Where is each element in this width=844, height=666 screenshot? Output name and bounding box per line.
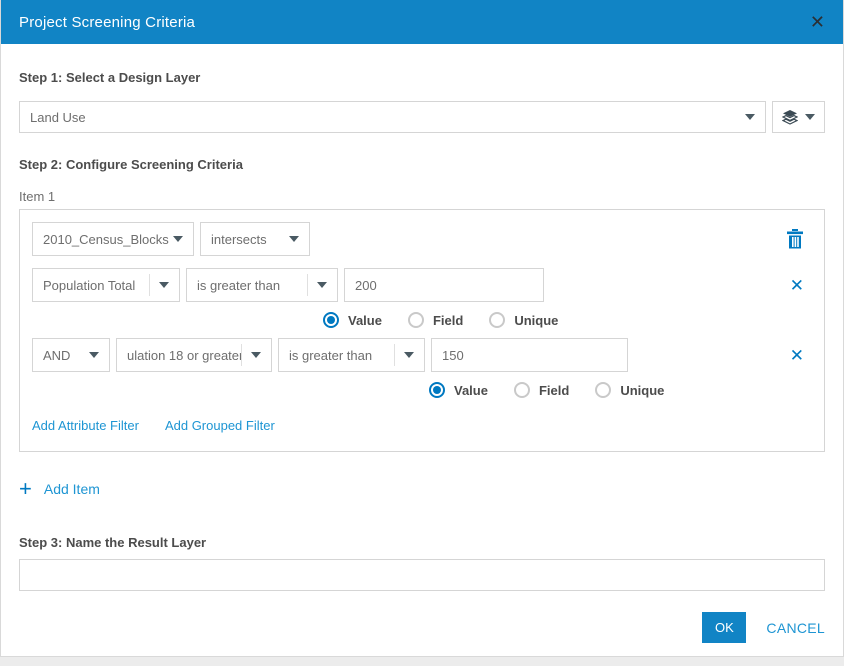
filter1-field-select[interactable]: Population Total bbox=[32, 268, 180, 302]
design-layer-row: Land Use bbox=[19, 101, 825, 133]
radio-unselected-icon bbox=[514, 382, 530, 398]
add-filter-links: Add Attribute Filter Add Grouped Filter bbox=[32, 418, 812, 433]
filter2-value-input[interactable] bbox=[431, 338, 628, 372]
radio-label: Value bbox=[454, 383, 488, 398]
plus-icon: + bbox=[19, 478, 32, 500]
spatial-operator-value: intersects bbox=[211, 232, 267, 247]
radio-selected-icon bbox=[323, 312, 339, 328]
radio-selected-icon bbox=[429, 382, 445, 398]
radio-label: Field bbox=[539, 383, 569, 398]
step1-label: Step 1: Select a Design Layer bbox=[19, 70, 825, 85]
radio-unselected-icon bbox=[408, 312, 424, 328]
filter1-operator-select[interactable]: is greater than bbox=[186, 268, 338, 302]
radio-label: Unique bbox=[514, 313, 558, 328]
chevron-down-icon bbox=[289, 236, 299, 242]
divider bbox=[394, 344, 395, 366]
filter2-operator-select[interactable]: is greater than bbox=[278, 338, 425, 372]
ok-button[interactable]: OK bbox=[702, 612, 746, 643]
remove-filter2-icon[interactable]: ✕ bbox=[790, 347, 804, 364]
project-screening-criteria-dialog: Project Screening Criteria ✕ Step 1: Sel… bbox=[0, 0, 844, 657]
filter2-join-value: AND bbox=[43, 348, 70, 363]
spatial-operator-select[interactable]: intersects bbox=[200, 222, 310, 256]
filter2-join-select[interactable]: AND bbox=[32, 338, 110, 372]
screening-layer-value: 2010_Census_Blocks bbox=[43, 232, 169, 247]
filter1-mode-value-radio[interactable]: Value bbox=[323, 312, 382, 328]
chevron-down-icon bbox=[159, 282, 169, 288]
filter2-operator-value: is greater than bbox=[289, 348, 372, 363]
item-1-label: Item 1 bbox=[19, 189, 825, 204]
radio-label: Unique bbox=[620, 383, 664, 398]
divider bbox=[307, 274, 308, 296]
cancel-button[interactable]: CANCEL bbox=[766, 620, 825, 636]
filter1-mode-unique-radio[interactable]: Unique bbox=[489, 312, 558, 328]
design-layer-select-value: Land Use bbox=[30, 110, 86, 125]
chevron-down-icon bbox=[805, 114, 815, 120]
filter2-mode-field-radio[interactable]: Field bbox=[514, 382, 569, 398]
add-item-link[interactable]: Add Item bbox=[44, 481, 100, 497]
dialog-header: Project Screening Criteria ✕ bbox=[1, 0, 843, 44]
add-item-row: + Add Item bbox=[19, 478, 825, 500]
add-attribute-filter-link[interactable]: Add Attribute Filter bbox=[32, 418, 139, 433]
step2-label: Step 2: Configure Screening Criteria bbox=[19, 157, 825, 172]
close-icon[interactable]: ✕ bbox=[810, 13, 825, 31]
filter1-mode-field-radio[interactable]: Field bbox=[408, 312, 463, 328]
radio-unselected-icon bbox=[595, 382, 611, 398]
remove-filter1-icon[interactable]: ✕ bbox=[790, 277, 804, 294]
filter2-mode-options: Value Field Unique bbox=[429, 382, 812, 398]
filter1-field-value: Population Total bbox=[43, 278, 135, 293]
filter1-mode-options: Value Field Unique bbox=[323, 312, 812, 328]
chevron-down-icon bbox=[89, 352, 99, 358]
filter2-field-value: ulation 18 or greater bbox=[127, 348, 241, 363]
result-layer-name-input[interactable] bbox=[19, 559, 825, 591]
chevron-down-icon bbox=[251, 352, 261, 358]
chevron-down-icon bbox=[173, 236, 183, 242]
chevron-down-icon bbox=[317, 282, 327, 288]
screening-layer-select[interactable]: 2010_Census_Blocks bbox=[32, 222, 194, 256]
filter2-mode-unique-radio[interactable]: Unique bbox=[595, 382, 664, 398]
radio-label: Field bbox=[433, 313, 463, 328]
design-layer-select[interactable]: Land Use bbox=[19, 101, 766, 133]
chevron-down-icon bbox=[745, 114, 755, 120]
dialog-footer: OK CANCEL bbox=[702, 612, 825, 643]
screening-item-1: 2010_Census_Blocks intersects bbox=[19, 209, 825, 452]
divider bbox=[241, 344, 242, 366]
layer-list-button[interactable] bbox=[772, 101, 825, 133]
filter1-operator-value: is greater than bbox=[197, 278, 280, 293]
delete-item-icon[interactable] bbox=[786, 229, 804, 249]
radio-unselected-icon bbox=[489, 312, 505, 328]
dialog-title: Project Screening Criteria bbox=[19, 14, 195, 31]
filter2-mode-value-radio[interactable]: Value bbox=[429, 382, 488, 398]
attribute-filter-row-1: Population Total is greater than ✕ bbox=[32, 268, 812, 302]
layers-icon bbox=[782, 110, 798, 125]
divider bbox=[149, 274, 150, 296]
dialog-body: Step 1: Select a Design Layer Land Use S… bbox=[1, 70, 843, 591]
radio-label: Value bbox=[348, 313, 382, 328]
filter2-field-select[interactable]: ulation 18 or greater bbox=[116, 338, 272, 372]
filter1-value-input[interactable] bbox=[344, 268, 544, 302]
attribute-filter-row-2: AND ulation 18 or greater is greater tha… bbox=[32, 338, 812, 372]
step3-label: Step 3: Name the Result Layer bbox=[19, 535, 825, 550]
spatial-filter-row: 2010_Census_Blocks intersects bbox=[32, 222, 812, 256]
chevron-down-icon bbox=[404, 352, 414, 358]
add-grouped-filter-link[interactable]: Add Grouped Filter bbox=[165, 418, 275, 433]
